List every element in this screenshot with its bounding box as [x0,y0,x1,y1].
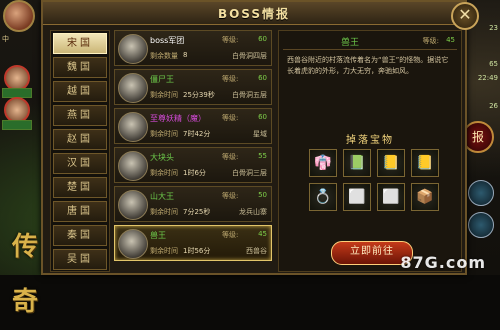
chest-icon: 📦 [416,189,434,205]
boss-name: 僵尸王 [150,75,174,84]
left-stats: 中 [2,34,9,44]
book-icon: 📗 [348,155,366,171]
book-icon: 📒 [382,155,400,171]
boss-portrait [118,34,148,64]
region-tab[interactable]: 楚国 [53,177,107,198]
loot-title: 掉落宝物 [346,135,394,146]
skill-button[interactable] [468,180,494,206]
region-tab[interactable]: 赵国 [53,129,107,150]
boss-info-label: 剩余时间 [150,91,178,99]
loot-item[interactable]: 👘 [309,149,337,177]
boss-info-label: 剩余时间 [150,169,178,177]
boss-info-value: 1时6分 [183,169,206,177]
ring-icon: 💍 [314,189,332,205]
armor-icon: 👘 [314,155,332,171]
loot-item[interactable]: 📦 [411,183,439,211]
loot-item[interactable]: ⬜ [377,183,405,211]
boss-level-label: 等级: [222,75,239,83]
boss-info-label: 剩余数量 [150,52,178,60]
boss-level-label: 等级: [222,36,239,44]
loot-item[interactable]: 📗 [343,149,371,177]
boss-location: 龙兵山寨 [239,208,267,216]
hud-stat: 26 [489,102,498,110]
boss-row[interactable]: 兽王 等级: 45 剩余时间 1时56分 西兽谷 [114,225,272,261]
hud-clock: 22:49 [477,74,498,82]
boss-info-label: 剩余时间 [150,130,178,138]
boss-location: 西兽谷 [246,247,267,255]
boss-name: 山大王 [150,192,174,201]
boss-info-value: 7时42分 [183,130,211,138]
boss-level-value: 60 [258,35,267,43]
party-member-hp-bar [2,120,32,130]
boss-info-value: 8 [183,51,188,59]
region-tab[interactable]: 宋国 [53,33,107,54]
loot-item[interactable]: 💍 [309,183,337,211]
boss-level-label: 等级: [222,114,239,122]
boss-info-label: 剩余时间 [150,208,178,216]
ingot-icon: ⬜ [382,189,400,205]
boss-level-value: 50 [258,191,267,199]
boss-description: 西兽谷附近的村落流传着名为“兽王”的怪物。据说它长着虎豹的外形，力大无穷，奔驰如… [287,56,449,75]
boss-name: boss军团 [150,36,185,45]
boss-portrait [118,229,148,259]
region-tab[interactable]: 燕国 [53,105,107,126]
loot-item[interactable]: 📒 [377,149,405,177]
boss-level-label: 等级: [222,231,239,239]
loot-item[interactable]: 📒 [411,149,439,177]
region-tab[interactable]: 越国 [53,81,107,102]
boss-row[interactable]: 至尊妖精（魔） 等级: 60 剩余时间 7时42分 星域 [114,108,272,144]
skill-button[interactable] [468,212,494,238]
panel-title: BOSS情报 [217,7,291,21]
boss-location: 白骨洞四层 [232,52,267,60]
boss-location: 白骨洞三层 [232,169,267,177]
boss-info-value: 1时56分 [183,247,211,255]
boss-info-panel: BOSS情报 ✕ 宋国 魏国 越国 燕国 赵国 汉国 楚国 唐国 秦国 吴国 b… [41,0,479,275]
boss-level-label: 等级: [222,192,239,200]
boss-info-value: 7分25秒 [183,208,211,216]
boss-portrait [118,73,148,103]
boss-row[interactable]: boss军团 等级: 60 剩余数量 8 白骨洞四层 [114,30,272,66]
region-tab[interactable]: 吴国 [53,249,107,270]
player-avatar[interactable] [3,0,35,32]
boss-portrait [118,112,148,142]
hud-stat: 23 [489,24,498,32]
boss-portrait [118,151,148,181]
boss-level-value: 60 [258,74,267,82]
hud-stat: 65 [489,60,498,68]
detail-level-value: 45 [446,36,455,44]
region-tab[interactable]: 魏国 [53,57,107,78]
detail-level-label: 等级: [422,37,439,45]
left-stat: 中 [2,35,9,43]
boss-list: boss军团 等级: 60 剩余数量 8 白骨洞四层 僵尸王 等级: 60 剩余时间 25分39秒白… [114,30,272,270]
watermark: 87G.com [400,253,486,272]
panel-titlebar: BOSS情报 [43,2,465,25]
ingot-icon: ⬜ [348,189,366,205]
region-tab[interactable]: 秦国 [53,225,107,246]
boss-name: 大块头 [150,153,174,162]
region-list: 宋国 魏国 越国 燕国 赵国 汉国 楚国 唐国 秦国 吴国 [50,30,110,272]
boss-portrait [118,190,148,220]
region-tab[interactable]: 汉国 [53,153,107,174]
book-icon: 📒 [416,155,434,171]
boss-level-value: 55 [258,152,267,160]
boss-row[interactable]: 大块头 等级: 55 剩余时间 1时6分 白骨洞三层 [114,147,272,183]
boss-name: 兽王 [150,231,166,240]
detail-boss-name: 兽王 [340,38,359,48]
boss-location: 白骨洞五层 [232,91,267,99]
detail-header: 兽王 等级: 45 [283,35,457,50]
boss-level-value: 60 [258,113,267,121]
right-hud: 23 65 22:49 26 报 [462,0,500,275]
boss-level-label: 等级: [222,153,239,161]
region-tab[interactable]: 唐国 [53,201,107,222]
boss-info-label: 剩余时间 [150,247,178,255]
close-button[interactable]: ✕ [451,2,479,30]
boss-row[interactable]: 山大王 等级: 50 剩余时间 7分25秒 龙兵山寨 [114,186,272,222]
boss-row[interactable]: 僵尸王 等级: 60 剩余时间 25分39秒 白骨洞五层 [114,69,272,105]
loot-item[interactable]: ⬜ [343,183,371,211]
boss-detail: 兽王 等级: 45 西兽谷附近的村落流传着名为“兽王”的怪物。据说它长着虎豹的外… [278,30,462,272]
boss-info-value: 25分39秒 [183,91,215,99]
boss-location: 星域 [253,130,267,138]
boss-name: 至尊妖精（魔） [150,114,206,123]
boss-level-value: 45 [258,230,267,238]
